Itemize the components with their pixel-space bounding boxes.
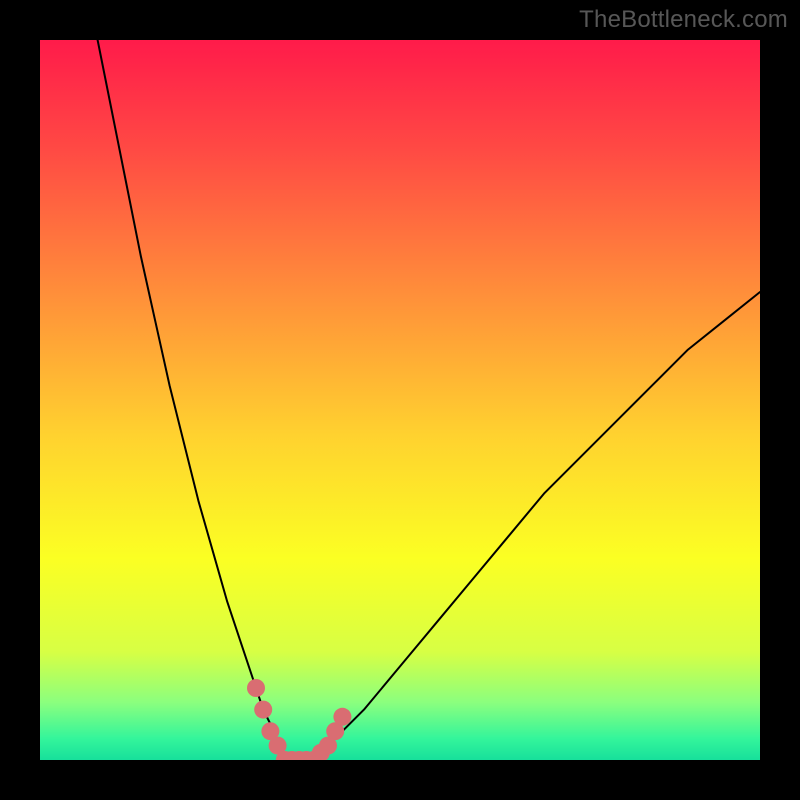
plot-area bbox=[40, 40, 760, 760]
optimal-markers bbox=[247, 679, 351, 760]
bottleneck-curve bbox=[98, 40, 760, 760]
chart-frame: TheBottleneck.com bbox=[0, 0, 800, 800]
optimal-marker bbox=[247, 679, 265, 697]
optimal-marker bbox=[333, 708, 351, 726]
optimal-marker bbox=[254, 701, 272, 719]
attribution-label: TheBottleneck.com bbox=[579, 6, 788, 34]
curve-layer bbox=[40, 40, 760, 760]
